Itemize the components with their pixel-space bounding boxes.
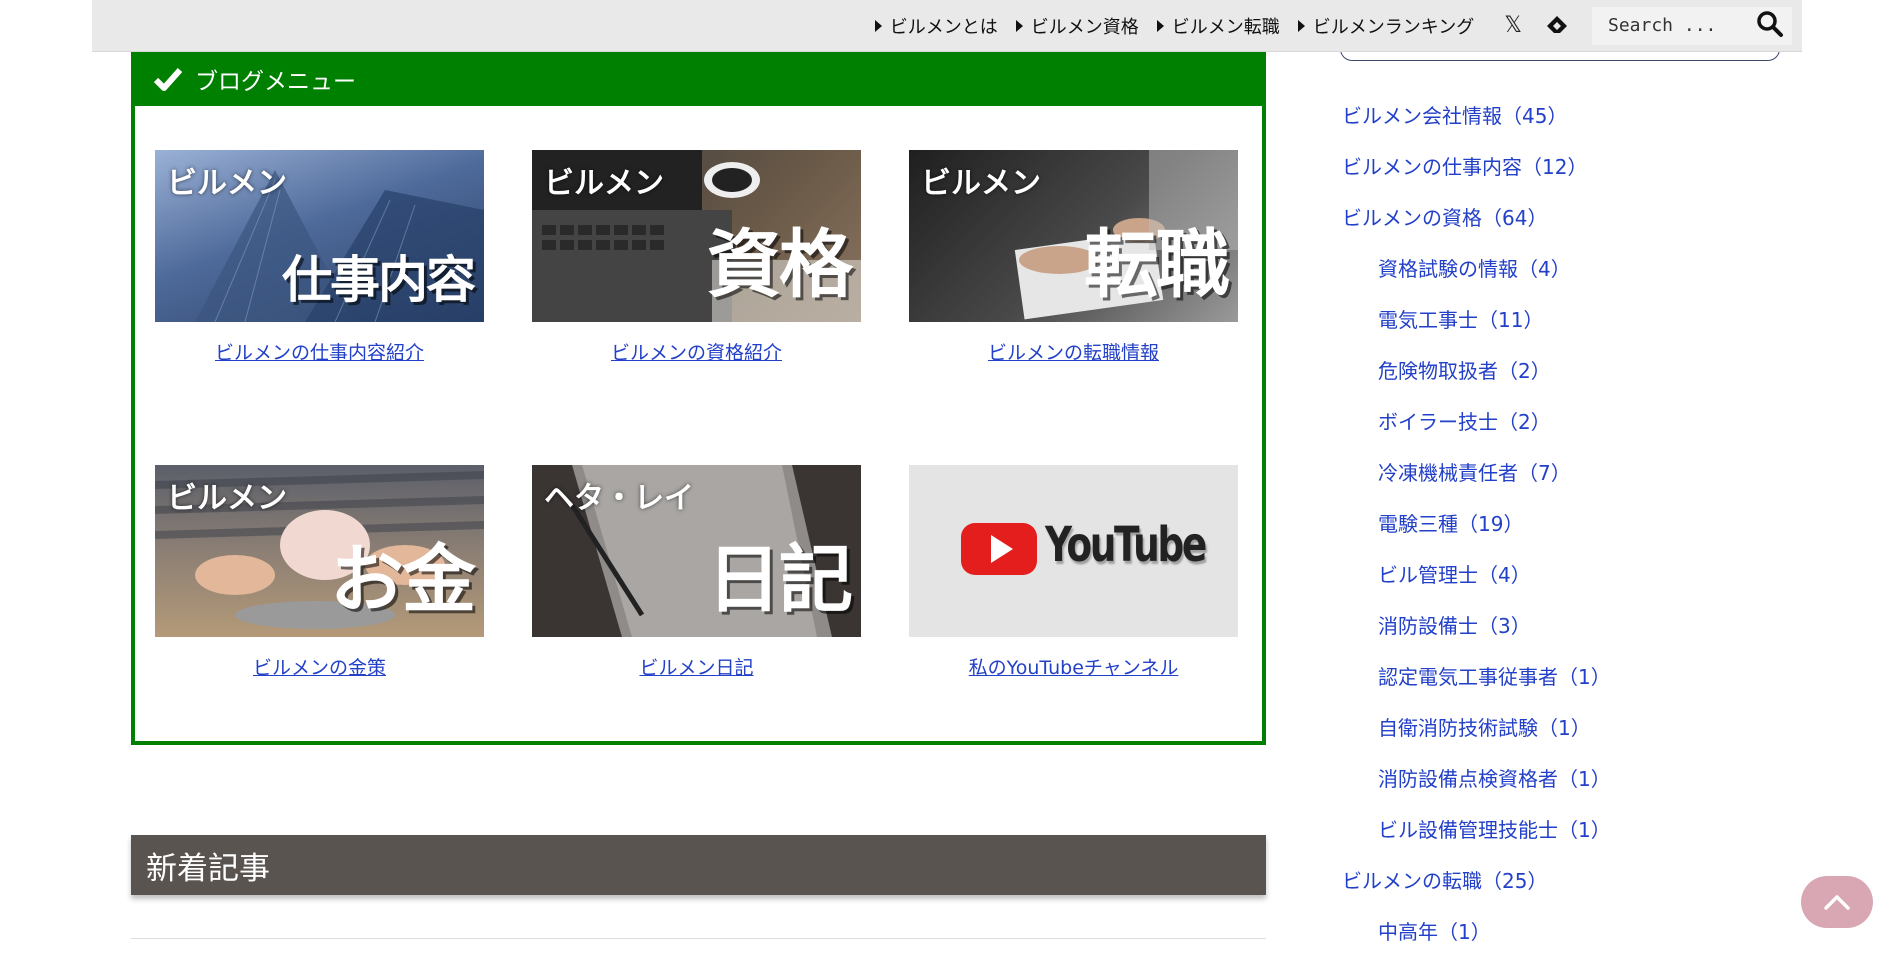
caret-right-icon: [1297, 19, 1305, 32]
category-list: ビルメン会社情報（45） ビルメンの仕事内容（12） ビルメンの資格（64） 資…: [1342, 100, 1611, 967]
subcategory-item[interactable]: 資格試験の情報（4）: [1342, 253, 1611, 304]
check-icon: [153, 68, 183, 91]
subcategory-item[interactable]: 冷凍機械責任者（7）: [1342, 457, 1611, 508]
career-link[interactable]: ビルメンの転職情報: [909, 338, 1238, 365]
subcategory-item[interactable]: ボイラー技士（2）: [1342, 406, 1611, 457]
divider: [131, 938, 1266, 939]
caret-right-icon: [1156, 19, 1164, 32]
x-icon[interactable]: 𝕏: [1504, 13, 1522, 38]
new-articles-title: 新着記事: [146, 850, 270, 887]
nav-item-about[interactable]: ビルメンとは: [874, 13, 998, 39]
menu-card-career: ビルメン 転職 ビルメンの転職情報: [909, 150, 1238, 365]
subcategory-item[interactable]: 消防設備点検資格者（1）: [1342, 763, 1611, 814]
subcategory-item[interactable]: 危険物取扱者（2）: [1342, 355, 1611, 406]
diary-thumbnail[interactable]: ヘタ・レイ 日記: [532, 465, 861, 637]
subcategory-item[interactable]: 消防設備士（3）: [1342, 610, 1611, 661]
thumb-big-text: 仕事内容: [282, 251, 476, 309]
money-thumbnail[interactable]: ビルメン お金: [155, 465, 484, 637]
menu-card-diary: ヘタ・レイ 日記 ビルメン日記: [532, 465, 861, 680]
career-thumbnail[interactable]: ビルメン 転職: [909, 150, 1238, 322]
feedly-icon[interactable]: [1546, 15, 1568, 37]
work-thumbnail[interactable]: ビルメン 仕事内容: [155, 150, 484, 322]
thumb-small-text: ビルメン: [167, 481, 287, 516]
nav-item-career[interactable]: ビルメン転職: [1156, 13, 1280, 39]
chevron-up-icon: [1824, 895, 1850, 910]
thumb-small-text: ビルメン: [167, 166, 287, 201]
category-item[interactable]: ビルメンの転職（25）: [1342, 865, 1611, 916]
menu-card-work: ビルメン 仕事内容 ビルメンの仕事内容紹介: [155, 150, 484, 365]
top-navigation: ビルメンとは ビルメン資格 ビルメン転職 ビルメンランキング 𝕏: [92, 0, 1802, 52]
category-item[interactable]: ビルメン会社情報（45）: [1342, 100, 1611, 151]
thumb-big-text: 日記: [707, 537, 853, 623]
nav-item-label: ビルメン転職: [1171, 16, 1280, 38]
category-item[interactable]: ビルメンの仕事内容（12）: [1342, 151, 1611, 202]
caret-right-icon: [874, 19, 882, 32]
thumb-small-text: ビルメン: [921, 166, 1041, 201]
menu-card-qualification: ビルメン 資格 ビルメンの資格紹介: [532, 150, 861, 365]
money-link[interactable]: ビルメンの金策: [155, 653, 484, 680]
youtube-thumbnail[interactable]: YouTube: [909, 465, 1238, 637]
thumb-big-text: お金: [330, 537, 476, 623]
nav-item-qualifications[interactable]: ビルメン資格: [1015, 13, 1139, 39]
nav-item-label: ビルメン資格: [1030, 16, 1139, 38]
subcategory-item[interactable]: ビル管理士（4）: [1342, 559, 1611, 610]
blog-menu-header: ブログメニュー: [131, 52, 1266, 106]
subcategory-item[interactable]: 自衛消防技術試験（1）: [1342, 712, 1611, 763]
subcategory-item[interactable]: 認定電気工事従事者（1）: [1342, 661, 1611, 712]
category-item[interactable]: ビルメンの資格（64）: [1342, 202, 1611, 253]
nav-item-ranking[interactable]: ビルメンランキング: [1297, 13, 1475, 39]
thumb-big-text: 資格: [707, 222, 853, 308]
search-icon[interactable]: [1756, 10, 1784, 42]
blog-menu: ブログメニュー ビルメン 仕事内容 ビルメンの仕事内容紹介 ビルメン 資格 ビル…: [131, 52, 1266, 745]
search-box: [1592, 6, 1792, 45]
youtube-link[interactable]: 私のYouTubeチャンネル: [909, 653, 1238, 680]
nav-item-label: ビルメンとは: [889, 16, 998, 38]
menu-card-youtube: YouTube 私のYouTubeチャンネル: [909, 465, 1238, 680]
subcategory-item[interactable]: 電気工事士（11）: [1342, 304, 1611, 355]
thumb-small-text: ビルメン: [544, 166, 664, 201]
menu-card-money: ビルメン お金 ビルメンの金策: [155, 465, 484, 680]
work-link[interactable]: ビルメンの仕事内容紹介: [155, 338, 484, 365]
subcategory-item[interactable]: 電験三種（19）: [1342, 508, 1611, 559]
youtube-logo-text: YouTube: [1045, 517, 1207, 573]
qualification-thumbnail[interactable]: ビルメン 資格: [532, 150, 861, 322]
search-input[interactable]: [1606, 14, 1756, 37]
blog-menu-title: ブログメニュー: [195, 69, 356, 95]
qualification-link[interactable]: ビルメンの資格紹介: [532, 338, 861, 365]
nav-item-label: ビルメンランキング: [1312, 16, 1475, 38]
thumb-big-text: 転職: [1084, 222, 1230, 308]
subcategory-item[interactable]: ビル設備管理技能士（1）: [1342, 814, 1611, 865]
diary-link[interactable]: ビルメン日記: [532, 653, 861, 680]
thumb-small-text: ヘタ・レイ: [544, 481, 694, 516]
caret-right-icon: [1015, 19, 1023, 32]
back-to-top-button[interactable]: [1801, 876, 1873, 928]
new-articles-heading: 新着記事: [131, 835, 1266, 895]
